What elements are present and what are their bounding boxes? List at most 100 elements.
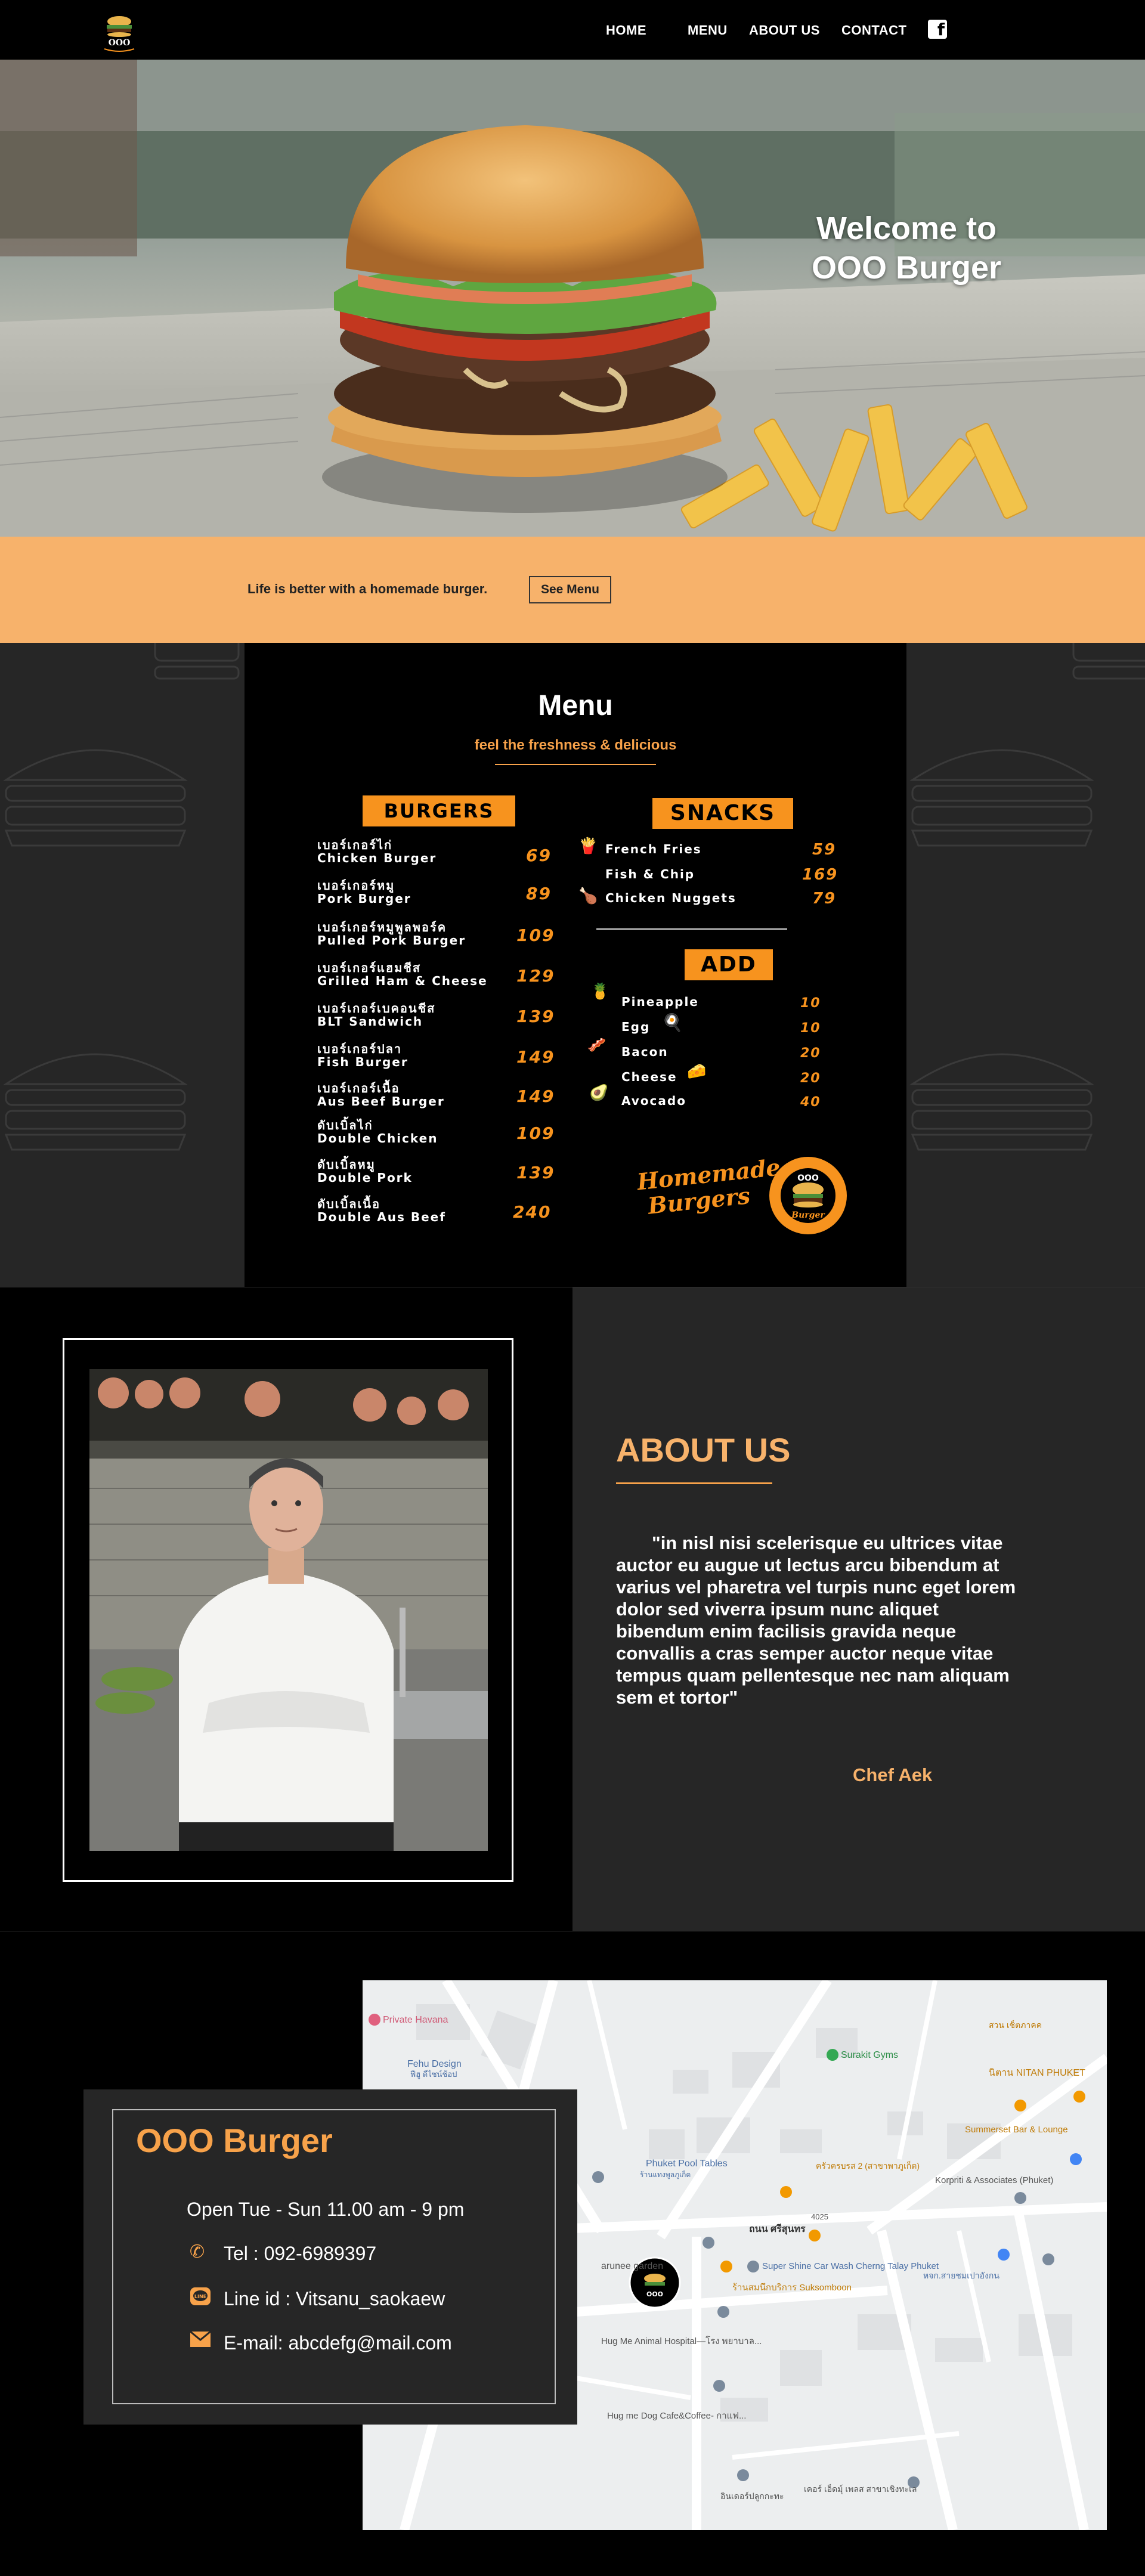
menu-item-thai: ดับเบิ้ลเนื้อ [317, 1197, 380, 1211]
svg-text:LINE: LINE [194, 2294, 206, 2299]
about-section: ABOUT US "in nisl nisi scelerisque eu ul… [0, 1287, 1145, 1931]
menu-board: Menu feel the freshness & delicious BURG… [245, 643, 906, 1287]
snacks-divider [596, 928, 787, 930]
menu-item-thai: เบอร์เกอร์ปลา [317, 1042, 403, 1056]
svg-text:ถนน ศรีสุนทร: ถนน ศรีสุนทร [749, 2223, 806, 2235]
menu-item-thai: เบอร์เกอร์หมู [317, 878, 395, 893]
about-divider [616, 1482, 772, 1484]
menu-item-price: 149 [516, 1086, 555, 1106]
svg-text:เคอร์ เอ็ดมุ์ เพลส สาขาเชิงทะเ: เคอร์ เอ็ดมุ์ เพลส สาขาเชิงทะเล [804, 2484, 917, 2494]
email-address[interactable]: E-mail: abcdefg@mail.com [224, 2332, 452, 2354]
svg-text:นิตาน NITAN PHUKET: นิตาน NITAN PHUKET [989, 2068, 1085, 2078]
snack-item-name: Chicken Nuggets [605, 891, 736, 905]
menu-item-thai: เบอร์เกอร์เนื้อ [317, 1081, 400, 1095]
chef-signature: Chef Aek [853, 1764, 933, 1785]
nuggets-icon: 🍗 [578, 887, 598, 905]
hero-banner: Welcome to OOO Burger [0, 60, 1145, 537]
menu-item-name: BLT Sandwich [317, 1014, 423, 1029]
nav-about-us[interactable]: ABOUT US [749, 23, 820, 38]
menu-item: เบอร์เกอร์หมูพูลพอร์ค Pulled Pork Burger [317, 921, 466, 947]
menu-item: เบอร์เกอร์เนื้อ Aus Beef Burger [317, 1082, 445, 1108]
svg-text:OOO: OOO [646, 2290, 663, 2298]
menu-item-name: Pork Burger [317, 891, 411, 906]
nav-contact[interactable]: CONTACT [841, 23, 906, 38]
add-item-name: Pineapple [621, 995, 699, 1009]
menu-item-name: Pulled Pork Burger [317, 933, 466, 948]
top-navbar: OOO HOME MENU ABOUT US CONTACT f [0, 0, 1145, 60]
chef-photo [89, 1369, 488, 1851]
menu-item-price: 109 [516, 925, 555, 945]
add-item-price: 10 [800, 996, 821, 1011]
tagline-text: Life is better with a homemade burger. [247, 581, 488, 596]
snack-item-name: Fish & Chip [605, 867, 695, 881]
burger-hero-image [0, 60, 1145, 537]
bacon-icon: 🥓 [587, 1036, 606, 1054]
svg-text:หจก.สายชมเปาอังกน: หจก.สายชมเปาอังกน [923, 2271, 999, 2280]
menu-title: Menu [538, 690, 613, 722]
see-menu-button[interactable]: See Menu [529, 576, 611, 603]
homemade-burgers-script: Homemade Burgers [636, 1153, 782, 1219]
add-item-name: Egg [621, 1020, 651, 1034]
add-item-price: 20 [800, 1046, 821, 1061]
menu-item-price: 139 [516, 1007, 555, 1026]
snacks-tag: SNACKS [652, 798, 793, 829]
svg-text:ร้านแทงพูลภูเก็ต: ร้านแทงพูลภูเก็ต [640, 2170, 691, 2179]
nav-home[interactable]: HOME [606, 23, 646, 38]
svg-text:arunee garden: arunee garden [601, 2261, 663, 2271]
add-item-price: 40 [800, 1095, 821, 1110]
phone-icon: ✆ [190, 2241, 205, 2262]
facebook-icon[interactable]: f [928, 20, 947, 39]
menu-section: Menu feel the freshness & delicious BURG… [0, 643, 1145, 1287]
menu-item-price: 109 [516, 1123, 555, 1143]
menu-item-price: 69 [526, 846, 552, 865]
menu-item-price: 149 [516, 1047, 555, 1067]
menu-item-price: 240 [513, 1202, 552, 1222]
svg-text:สวน เช็ตภาคค: สวน เช็ตภาคค [989, 2020, 1042, 2030]
nav-menu[interactable]: MENU [688, 23, 728, 38]
menu-divider [495, 764, 656, 765]
menu-item: เบอร์เกอร์หมู Pork Burger [317, 879, 411, 905]
menu-item-thai: เบอร์เกอร์แฮมชีส [317, 961, 422, 975]
menu-item: เบอร์เกอร์เบคอนชีส BLT Sandwich [317, 1002, 435, 1028]
menu-item-price: 139 [516, 1163, 555, 1182]
svg-text:Korpriti & Associates (Phuket): Korpriti & Associates (Phuket) [935, 2175, 1053, 2185]
svg-text:อินเดอร์ปลูกกะทะ: อินเดอร์ปลูกกะทะ [720, 2491, 784, 2501]
svg-text:Phuket Pool Tables: Phuket Pool Tables [646, 2159, 728, 2169]
burger-badge-icon: OOO Burger [769, 1157, 847, 1234]
svg-text:OOO: OOO [797, 1174, 819, 1183]
burgers-tag: BURGERS [363, 795, 515, 826]
menu-item-thai: เบอร์เกอร์เบคอนชีส [317, 1001, 436, 1015]
line-chat-icon: LINE [190, 2287, 212, 2307]
add-item-name: Cheese [621, 1070, 677, 1084]
add-item-name: Bacon [621, 1045, 669, 1059]
menu-item-thai: ดับเบิ้ลไก่ [317, 1118, 373, 1132]
cheese-icon: 🧀 [687, 1063, 707, 1080]
svg-text:ครัวครบรส 2 (สาขาพาภูเก็ต): ครัวครบรส 2 (สาขาพาภูเก็ต) [816, 2160, 920, 2171]
menu-item: เบอร์เกอร์ไก่ Chicken Burger [317, 838, 437, 865]
fries-icon: 🍟 [578, 837, 598, 855]
add-item-price: 20 [800, 1071, 821, 1086]
svg-text:Private Havana: Private Havana [383, 2015, 448, 2025]
svg-text:Hug me Dog Cafe&Coffee- กาแฟ..: Hug me Dog Cafe&Coffee- กาแฟ... [607, 2411, 746, 2421]
add-item-name: Avocado [621, 1094, 686, 1108]
hero-title-line1: Welcome to [816, 210, 997, 246]
line-id[interactable]: Line id : Vitsanu_saokaew [224, 2288, 445, 2310]
menu-item-price: 89 [526, 884, 552, 903]
svg-text:Burger: Burger [791, 1210, 825, 1220]
phone-number[interactable]: Tel : 092-6989397 [224, 2243, 376, 2265]
menu-item-name: Aus Beef Burger [317, 1094, 445, 1109]
add-tag: ADD [685, 949, 773, 980]
svg-text:4025: 4025 [811, 2212, 828, 2221]
svg-text:Summerset Bar & Lounge: Summerset Bar & Lounge [965, 2125, 1068, 2135]
snack-item-name: French Fries [605, 842, 702, 856]
hero-title: Welcome to OOO Burger [787, 209, 1026, 287]
menu-item-price: 129 [516, 966, 555, 986]
burger-logo-icon[interactable]: OOO [92, 6, 146, 55]
about-quote: "in nisl nisi scelerisque eu ultrices vi… [616, 1532, 1016, 1708]
svg-text:ร้านสมนึกบริการ Suksomboon: ร้านสมนึกบริการ Suksomboon [732, 2283, 852, 2293]
menu-item: ดับเบิ้ลเนื้อ Double Aus Beef [317, 1197, 446, 1224]
contact-section: OOO Private Havana Fehu Design ฟีฮู ดีไซ… [0, 1931, 1145, 2576]
svg-text:Fehu Design: Fehu Design [407, 2059, 462, 2069]
pineapple-icon: 🍍 [590, 983, 610, 1001]
snack-item-price: 79 [812, 890, 837, 908]
